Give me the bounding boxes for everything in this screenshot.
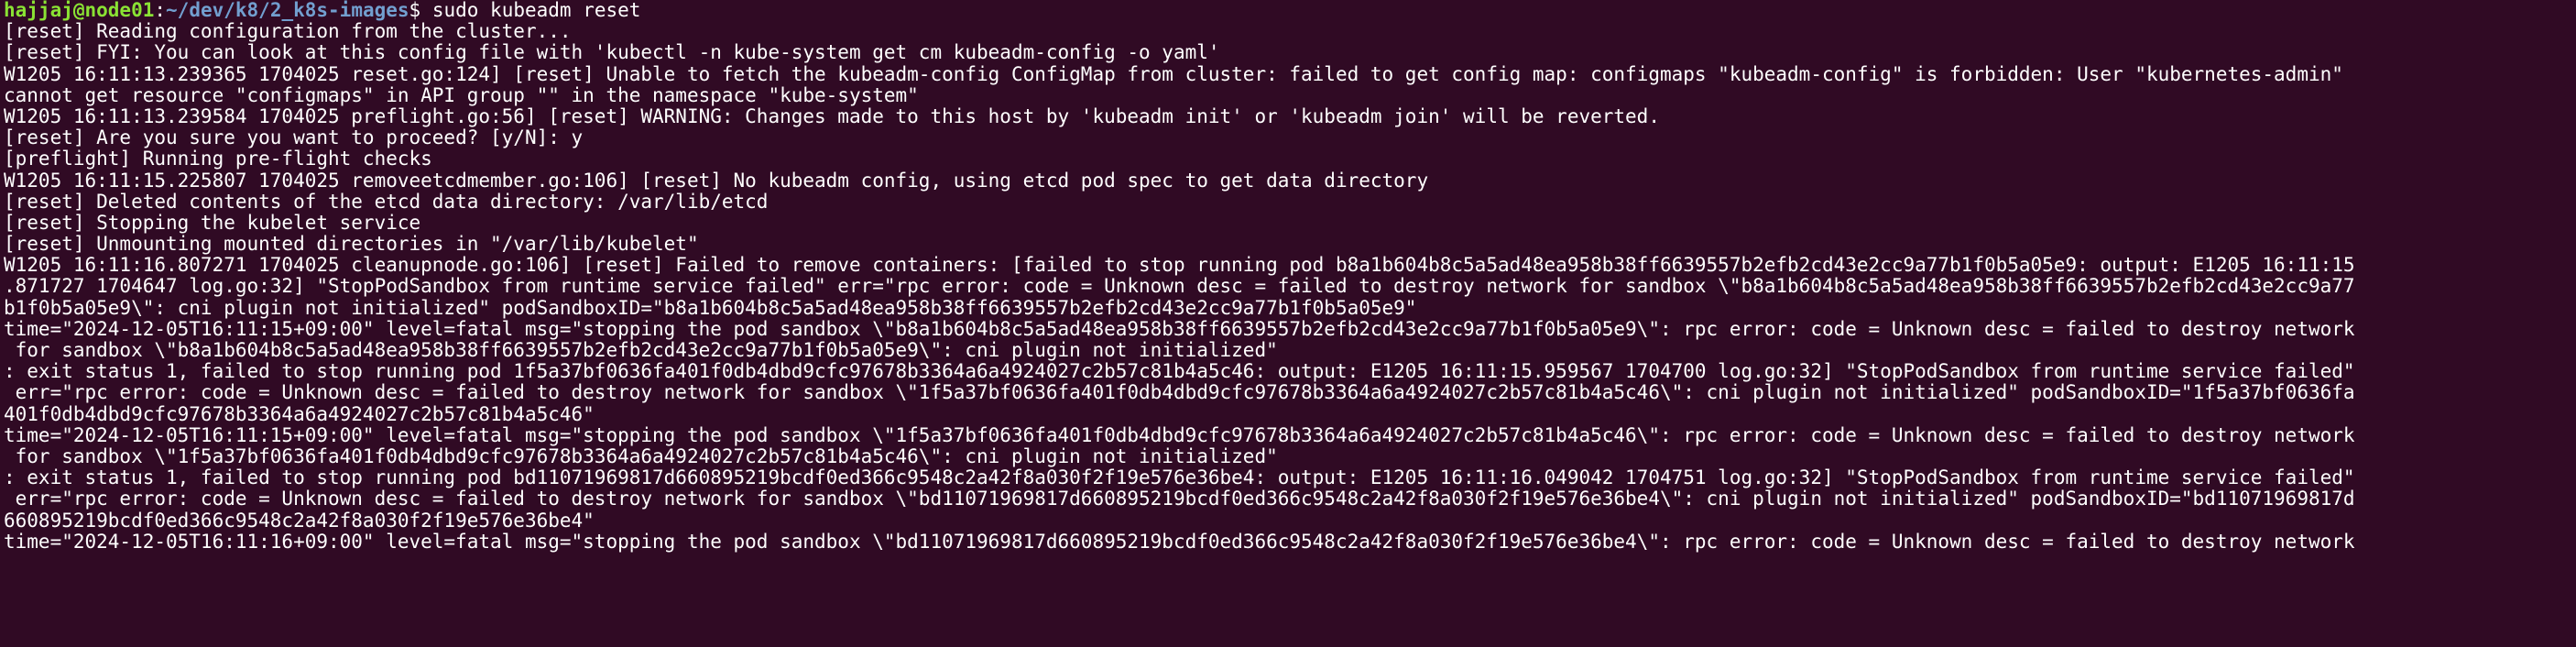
output-line: [reset] Reading configuration from the c… [4, 20, 572, 43]
output-line: W1205 16:11:13.239584 1704025 preflight.… [4, 104, 1660, 127]
output-line: err="rpc error: code = Unknown desc = fa… [4, 381, 2355, 404]
prompt-symbol: $ [409, 0, 432, 21]
prompt-line: hajjaj@node01:~/dev/k8/2_k8s-images$ sud… [4, 0, 2572, 21]
output-line: err="rpc error: code = Unknown desc = fa… [4, 488, 2355, 510]
prompt-path: ~/dev/k8/2_k8s-images [166, 0, 409, 21]
terminal-window[interactable]: hajjaj@node01:~/dev/k8/2_k8s-images$ sud… [0, 0, 2576, 647]
output-line: for sandbox \"b8a1b604b8c5a5ad48ea958b38… [4, 339, 1278, 361]
output-line: [reset] FYI: You can look at this config… [4, 41, 1220, 64]
output-line: W1205 16:11:13.239365 1704025 reset.go:1… [4, 62, 2343, 85]
output-line: W1205 16:11:16.807271 1704025 cleanupnod… [4, 254, 2355, 277]
output-line: [preflight] Running pre-flight checks [4, 148, 432, 170]
prompt-separator: : [154, 0, 167, 21]
output-line: : exit status 1, failed to stop running … [4, 360, 2355, 383]
output-line: 660895219bcdf0ed366c9548c2a42f8a030f2f19… [4, 509, 595, 532]
prompt-user-host: hajjaj@node01 [4, 0, 155, 21]
output-line: W1205 16:11:15.225807 1704025 removeetcd… [4, 169, 1429, 192]
output-line: time="2024-12-05T16:11:16+09:00" level=f… [4, 530, 2355, 553]
output-line: : exit status 1, failed to stop running … [4, 466, 2355, 489]
output-line: 401f0db4dbd9cfc97678b3364a6a4924027c2b57… [4, 402, 595, 425]
output-line: for sandbox \"1f5a37bf0636fa401f0db4dbd9… [4, 444, 1278, 467]
prompt-command: sudo kubeadm reset [431, 0, 641, 21]
output-line: time="2024-12-05T16:11:15+09:00" level=f… [4, 423, 2355, 446]
output-line: [reset] Unmounting mounted directories i… [4, 233, 699, 256]
output-line: cannot get resource "configmaps" in API … [4, 83, 919, 106]
output-line: [reset] Deleted contents of the etcd dat… [4, 190, 769, 213]
output-line: .871727 1704647 log.go:32] "StopPodSandb… [4, 275, 2355, 298]
output-line: b1f0b5a05e9\": cni plugin not initialize… [4, 296, 1417, 319]
output-line: [reset] Are you sure you want to proceed… [4, 126, 584, 149]
output-line: [reset] Stopping the kubelet service [4, 211, 421, 234]
output-line: time="2024-12-05T16:11:15+09:00" level=f… [4, 317, 2355, 340]
